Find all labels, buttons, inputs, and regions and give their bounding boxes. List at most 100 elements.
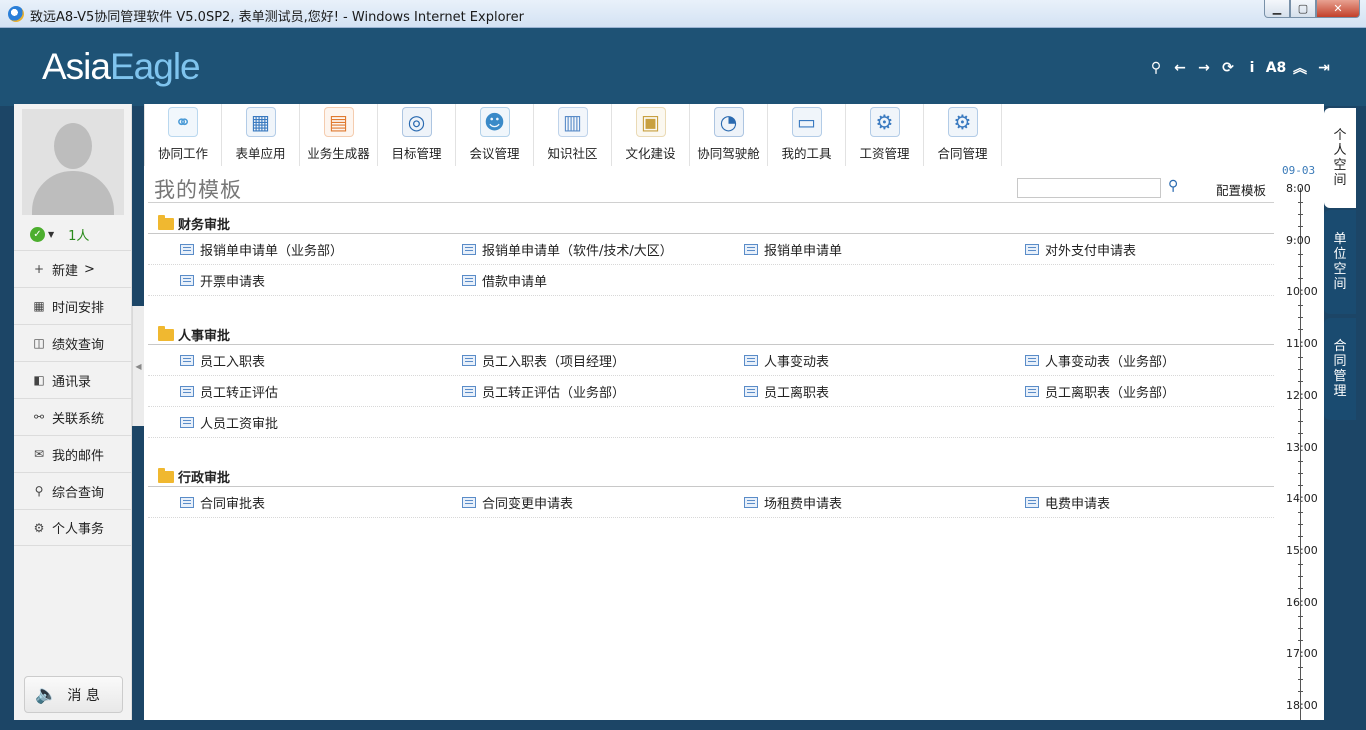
toolbar-label: 文化建设: [625, 146, 676, 161]
template-link[interactable]: 对外支付申请表: [1025, 234, 1136, 265]
form-icon: [180, 275, 194, 286]
a8-icon[interactable]: A8: [1264, 58, 1288, 78]
folder-icon: [158, 325, 174, 341]
back-icon[interactable]: ←: [1168, 58, 1192, 78]
form-icon: [744, 497, 758, 508]
sidebar-item-mail[interactable]: ✉ 我的邮件: [14, 435, 132, 472]
category-title: 财务审批: [178, 218, 231, 233]
avatar[interactable]: [22, 109, 124, 215]
template-link[interactable]: 场租费申请表: [744, 487, 842, 518]
toolbar-item[interactable]: ⚙ 工资管理: [846, 104, 924, 166]
toolbar-item[interactable]: ▤ 业务生成器: [300, 104, 378, 166]
timeline-hour: 18:00: [1286, 699, 1318, 712]
form-icon: [180, 417, 194, 428]
sidebar-nav: + 新建 > ▦ 时间安排 ◫ 绩效查询 ◧ 通讯录 ⚯ 关联系统 ✉ 我的邮件 ⚲ 综合查询 ⚙ 个人事务: [14, 250, 132, 546]
sidebar-item-contacts[interactable]: ◧ 通讯录: [14, 361, 132, 398]
form-icon: [744, 386, 758, 397]
collapse-up-icon[interactable]: ︽: [1288, 58, 1312, 78]
minimize-button[interactable]: ▁: [1264, 0, 1290, 18]
toolbar-item[interactable]: ▭ 我的工具: [768, 104, 846, 166]
refresh-icon[interactable]: ⟳: [1216, 58, 1240, 78]
search-icon[interactable]: ⚲: [1168, 178, 1186, 196]
toolbar-icon: ▤: [323, 107, 354, 137]
forward-icon[interactable]: →: [1192, 58, 1216, 78]
tab-space-1[interactable]: 单位空间: [1324, 210, 1356, 314]
sidebar-item-linked-systems[interactable]: ⚯ 关联系统: [14, 398, 132, 435]
search-icon[interactable]: ⚲: [1144, 58, 1168, 78]
template-link[interactable]: 报销单申请单（业务部）: [180, 234, 343, 265]
template-name: 人事变动表: [764, 355, 830, 370]
app-header: AsiaEagle ⚲ ← → ⟳ i A8 ︽ ⇥: [0, 28, 1366, 106]
form-icon: [180, 497, 194, 508]
logout-icon[interactable]: ⇥: [1312, 58, 1336, 78]
ie-icon: [8, 6, 24, 22]
sidebar-collapse-handle[interactable]: ◀: [132, 306, 144, 426]
maximize-button[interactable]: ▢: [1290, 0, 1316, 18]
mail-icon: ✉: [33, 447, 45, 461]
sidebar-item-search[interactable]: ⚲ 综合查询: [14, 472, 132, 509]
template-link[interactable]: 报销单申请单（软件/技术/大区）: [462, 234, 673, 265]
toolbar-item[interactable]: ▦ 表单应用: [222, 104, 300, 166]
template-link[interactable]: 员工入职表: [180, 345, 265, 376]
chevron-down-icon[interactable]: ▼: [48, 230, 54, 239]
template-name: 员工离职表（业务部）: [1045, 386, 1176, 401]
template-link[interactable]: 合同变更申请表: [462, 487, 573, 518]
timeline-tick: [1298, 484, 1303, 486]
sidebar-item-schedule[interactable]: ▦ 时间安排: [14, 287, 132, 324]
toolbar-item[interactable]: ⚭ 协同工作: [144, 104, 222, 166]
template-row: 人员工资审批: [148, 407, 1274, 438]
sidebar-item-personal-affairs[interactable]: ⚙ 个人事务: [14, 509, 132, 546]
toolbar-icon: ⚙: [869, 107, 900, 137]
template-link[interactable]: 人事变动表（业务部）: [1025, 345, 1175, 376]
template-category: 行政审批 合同审批表 合同变更申请表 场租费申请表 电费申请表: [148, 467, 1274, 518]
info-icon[interactable]: i: [1240, 58, 1264, 78]
tab-space-0[interactable]: 个人空间: [1324, 108, 1356, 208]
category-header[interactable]: 财务审批: [148, 214, 1274, 234]
template-link[interactable]: 员工转正评估（业务部）: [462, 376, 625, 407]
speaker-icon: 🔈: [35, 684, 58, 705]
template-link[interactable]: 员工入职表（项目经理）: [462, 345, 625, 376]
toolbar-item[interactable]: ▣ 文化建设: [612, 104, 690, 166]
template-link[interactable]: 人员工资审批: [180, 407, 278, 438]
timeline-tick: [1298, 214, 1303, 215]
tab-label: 个人空间: [1333, 128, 1347, 188]
sidebar-item-performance[interactable]: ◫ 绩效查询: [14, 324, 132, 361]
category-header[interactable]: 人事审批: [148, 325, 1274, 345]
online-check-icon[interactable]: ✓: [30, 226, 45, 242]
template-row: 合同审批表 合同变更申请表 场租费申请表 电费申请表: [148, 487, 1274, 518]
template-name: 对外支付申请表: [1045, 244, 1137, 259]
form-icon: [180, 386, 194, 397]
category-header[interactable]: 行政审批: [148, 467, 1274, 487]
toolbar-label: 协同驾驶舱: [697, 146, 760, 161]
toolbar-item[interactable]: ◎ 目标管理: [378, 104, 456, 166]
template-link[interactable]: 报销单申请单: [744, 234, 842, 265]
template-link[interactable]: 合同审批表: [180, 487, 265, 518]
toolbar-item[interactable]: ☻ 会议管理: [456, 104, 534, 166]
toolbar-item[interactable]: ▥ 知识社区: [534, 104, 612, 166]
template-link[interactable]: 开票申请表: [180, 265, 265, 296]
message-label: 消 息: [67, 687, 100, 704]
template-link[interactable]: 员工离职表: [744, 376, 829, 407]
form-icon: [180, 244, 194, 255]
template-name: 人事变动表（业务部）: [1045, 355, 1176, 370]
timeline-hour: 8:00: [1286, 182, 1311, 195]
close-button[interactable]: ✕: [1316, 0, 1360, 18]
online-count[interactable]: 1人: [68, 225, 89, 244]
message-button[interactable]: 🔈 消 息: [24, 676, 123, 713]
config-templates-link[interactable]: 配置模板: [1216, 180, 1266, 199]
template-link[interactable]: 人事变动表: [744, 345, 829, 376]
template-link[interactable]: 员工离职表（业务部）: [1025, 376, 1175, 407]
template-link[interactable]: 电费申请表: [1025, 487, 1110, 518]
sidebar-item-new[interactable]: + 新建 >: [14, 250, 132, 287]
template-link[interactable]: 员工转正评估: [180, 376, 278, 407]
page-title: 我的模板: [154, 178, 242, 202]
template-link[interactable]: 借款申请单: [462, 265, 547, 296]
toolbar-label: 业务生成器: [307, 146, 370, 161]
contacts-icon: ◧: [33, 373, 45, 387]
toolbar-item[interactable]: ◔ 协同驾驶舱: [690, 104, 768, 166]
template-search-input[interactable]: [1017, 178, 1161, 198]
plus-icon: +: [33, 262, 45, 276]
tab-space-2[interactable]: 合同管理: [1324, 318, 1356, 420]
toolbar-item[interactable]: ⚙ 合同管理: [924, 104, 1002, 166]
toolbar-label: 目标管理: [391, 146, 442, 161]
